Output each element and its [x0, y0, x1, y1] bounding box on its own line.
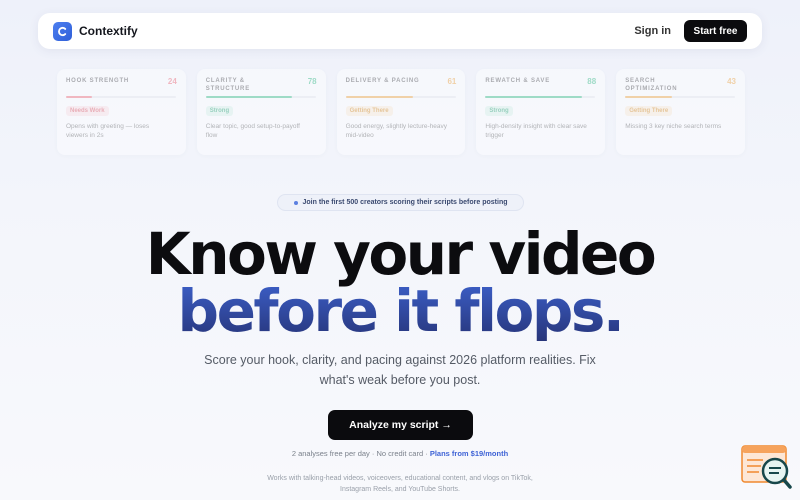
- card-description: Good energy, slightly lecture-heavy mid-…: [345, 123, 447, 139]
- top-nav: Contextify Sign in Start free: [38, 13, 762, 49]
- score-card: DELIVERY & PACING 61 Getting There Good e…: [336, 69, 466, 155]
- score-bar-fill: [485, 96, 583, 98]
- score-bar: [205, 96, 316, 98]
- brand-name: Contextify: [79, 24, 138, 38]
- hero-subtitle: Score your hook, clarity, and pacing aga…: [204, 353, 596, 387]
- score-bar: [485, 96, 596, 98]
- announcement-text: Join the first 500 creators scoring thei…: [302, 199, 508, 206]
- card-title: CLARITY & STRUCTURE: [205, 78, 250, 92]
- chat-widget-button[interactable]: [741, 444, 793, 490]
- score-bar: [66, 96, 176, 98]
- score-card: CLARITY & STRUCTURE 78 Strong Clear topic…: [196, 69, 326, 155]
- headline-line-2: before it flops.: [0, 281, 800, 341]
- score-cards: HOOK STRENGTH 24 Needs Work Opens with gr…: [57, 69, 745, 155]
- score-bar-fill: [345, 96, 413, 98]
- works-with-text: Works with talking-head videos, voiceove…: [267, 475, 533, 493]
- card-title: HOOK STRENGTH: [66, 78, 130, 84]
- status-badge: Strong: [205, 106, 234, 116]
- status-badge: Strong: [485, 106, 513, 116]
- pricing-meta: 2 analyses free per day · No credit card…: [0, 449, 800, 458]
- score-bar-fill: [205, 96, 292, 98]
- card-score: 43: [727, 77, 736, 86]
- card-title: DELIVERY & PACING: [345, 78, 420, 84]
- announcement-pill[interactable]: Join the first 500 creators scoring thei…: [277, 194, 524, 211]
- card-score: 24: [167, 77, 177, 86]
- logo-icon: [53, 21, 72, 41]
- card-score: 61: [447, 77, 457, 86]
- score-card: HOOK STRENGTH 24 Needs Work Opens with gr…: [57, 69, 186, 155]
- score-card: REWATCH & SAVE 88 Strong High-density ins…: [476, 69, 606, 155]
- nav-actions: Sign in Start free: [634, 20, 747, 42]
- score-bar: [625, 96, 736, 98]
- card-title: REWATCH & SAVE: [485, 78, 551, 84]
- card-score: 88: [587, 77, 597, 86]
- meta-text: 2 analyses free per day · No credit card…: [291, 449, 430, 458]
- chat-search-icon: [741, 445, 792, 489]
- status-badge: Getting There: [625, 106, 673, 116]
- card-description: Missing 3 key niche search terms: [625, 123, 722, 130]
- sign-in-link[interactable]: Sign in: [634, 25, 671, 37]
- analyze-script-button[interactable]: Analyze my script →: [328, 410, 473, 440]
- card-score: 78: [307, 77, 317, 86]
- status-badge: Getting There: [345, 106, 393, 116]
- card-description: Clear topic, good setup-to-payoff flow: [205, 123, 300, 139]
- card-title: SEARCH OPTIMIZATION: [625, 78, 678, 92]
- dot-icon: [293, 200, 298, 205]
- start-free-button[interactable]: Start free: [684, 20, 747, 42]
- plans-link[interactable]: Plans from $19/month: [430, 449, 508, 458]
- score-bar-fill: [66, 96, 93, 98]
- score-bar: [345, 96, 456, 98]
- status-badge: Needs Work: [66, 106, 109, 116]
- score-card: SEARCH OPTIMIZATION 43 Getting There Miss…: [616, 69, 745, 155]
- score-bar-fill: [625, 96, 673, 98]
- card-description: Opens with greeting — loses viewers in 2…: [66, 123, 150, 139]
- card-description: High-density insight with clear save tri…: [485, 123, 587, 139]
- headline-line-1: Know your video: [145, 220, 657, 288]
- brand[interactable]: Contextify: [53, 21, 138, 41]
